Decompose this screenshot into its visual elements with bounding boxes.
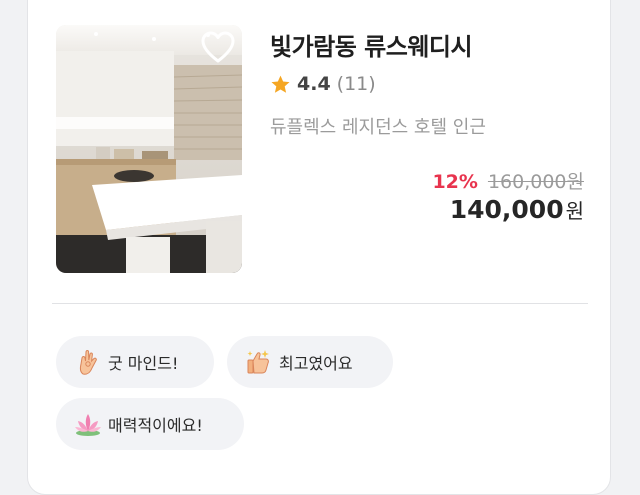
discount-row: 12% 160,000원: [432, 167, 584, 194]
review-tag-label: 매력적이에요!: [108, 416, 203, 435]
location-text: 듀플렉스 레지던스 호텔 인근: [270, 117, 486, 138]
review-tag-label: 굿 마인드!: [108, 354, 179, 373]
divider: [52, 303, 588, 304]
review-count: (11): [336, 73, 376, 95]
thumbs-up-icon: [247, 350, 269, 374]
review-tag-good-mind[interactable]: 굿 마인드!: [56, 336, 214, 388]
star-icon: [271, 75, 290, 93]
final-price: 140,000 원: [450, 195, 584, 224]
hand-gesture-icon: [79, 350, 97, 375]
product-card[interactable]: 빛가람동 류스웨디시 4.4 (11) 듀플렉스 레지던스 호텔 인근 12% …: [27, 0, 611, 495]
rating: 4.4 (11): [270, 73, 376, 95]
rating-score: 4.4: [297, 73, 331, 95]
product-title[interactable]: 빛가람동 류스웨디시: [270, 27, 473, 62]
original-price: 160,000원: [487, 171, 584, 193]
discount-percent: 12%: [432, 171, 478, 193]
product-image[interactable]: [56, 25, 242, 273]
price-unit: 원: [565, 199, 584, 223]
lotus-icon: [75, 414, 101, 436]
review-tag-attractive[interactable]: 매력적이에요!: [56, 398, 244, 450]
price-value: 140,000: [449, 195, 564, 224]
review-tag-best[interactable]: 최고였어요: [227, 336, 393, 388]
review-tag-label: 최고였어요: [279, 354, 353, 373]
favorite-heart-icon[interactable]: [200, 31, 236, 65]
